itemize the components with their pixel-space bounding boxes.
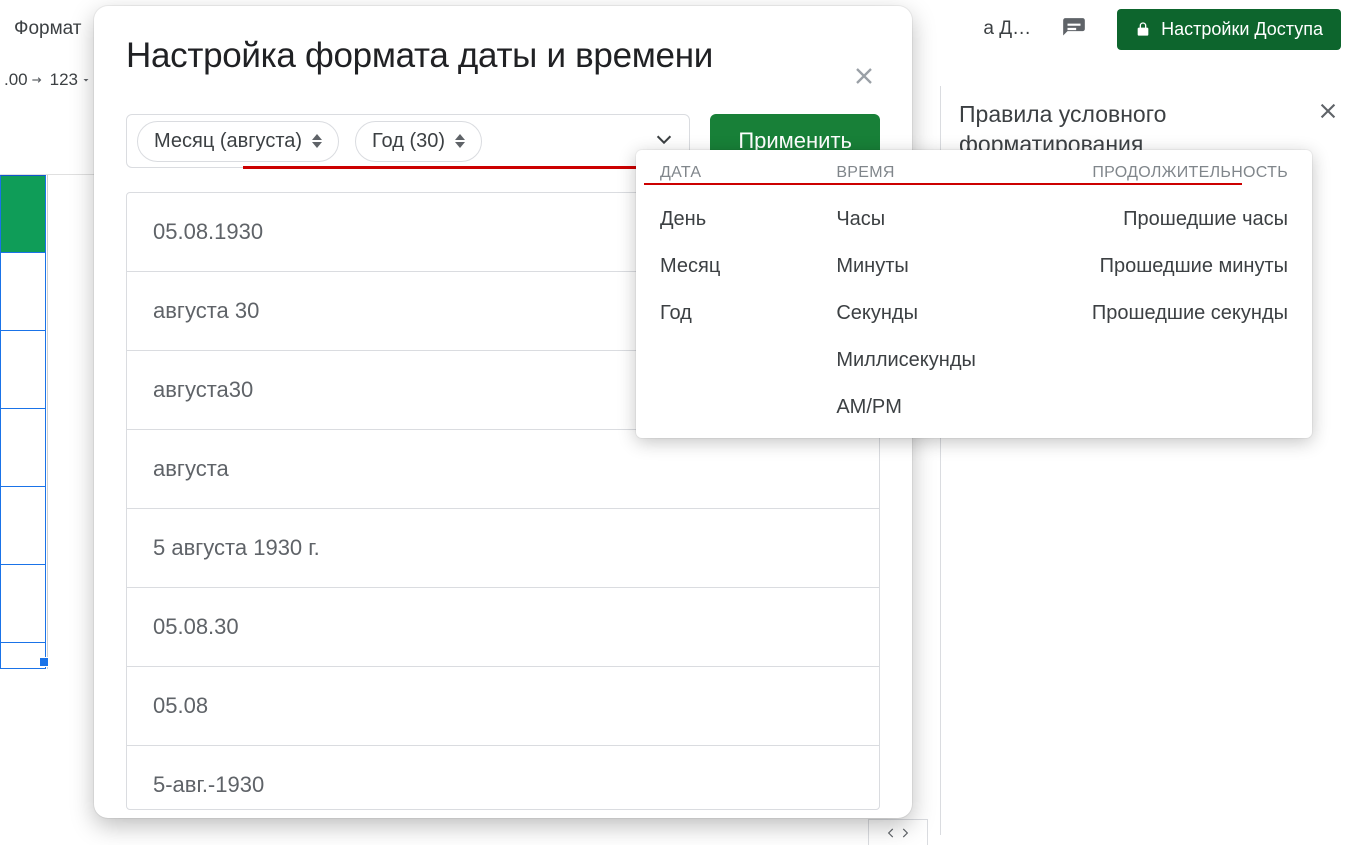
popover-column-header: ВРЕМЯ bbox=[836, 164, 976, 182]
popover-option[interactable]: Месяц bbox=[660, 243, 720, 290]
selected-range-cell[interactable] bbox=[0, 253, 46, 331]
chevron-left-icon bbox=[884, 826, 898, 840]
close-icon bbox=[1317, 100, 1339, 122]
caret-down-icon bbox=[80, 74, 92, 86]
popover-option[interactable]: Часы bbox=[836, 196, 976, 243]
popover-column-header: ДАТА bbox=[660, 164, 720, 182]
popover-option[interactable]: Прошедшие секунды bbox=[1092, 290, 1288, 337]
row-headers bbox=[0, 175, 48, 669]
arrow-right-icon bbox=[30, 73, 44, 87]
doc-title-truncated-tail: а Д… bbox=[983, 18, 1031, 40]
token-chip-month[interactable]: Месяц (августа) bbox=[137, 121, 339, 162]
dialog-title: Настройка формата даты и времени bbox=[126, 36, 880, 76]
popover-option[interactable]: Миллисекунды bbox=[836, 337, 976, 384]
popover-option[interactable]: Минуты bbox=[836, 243, 976, 290]
format-preset-item[interactable]: 5 августа 1930 г. bbox=[127, 509, 879, 588]
popover-column-duration: ПРОДОЛЖИТЕЛЬНОСТЬ Прошедшие часы Прошедш… bbox=[1092, 164, 1288, 431]
format-preset-item[interactable]: 05.08 bbox=[127, 667, 879, 746]
popover-column-date: ДАТА День Месяц Год bbox=[660, 164, 720, 431]
popover-option[interactable]: Год bbox=[660, 290, 720, 337]
stepper-icon bbox=[455, 134, 465, 148]
popover-column-time: ВРЕМЯ Часы Минуты Секунды Миллисекунды A… bbox=[836, 164, 976, 431]
menu-format[interactable]: Формат bbox=[14, 18, 82, 40]
stepper-icon bbox=[312, 134, 322, 148]
dialog-close-button[interactable] bbox=[846, 58, 882, 94]
popover-option[interactable]: День bbox=[660, 196, 720, 243]
popover-option[interactable]: Прошедшие минуты bbox=[1092, 243, 1288, 290]
share-button-label: Настройки Доступа bbox=[1161, 19, 1323, 40]
horizontal-scroll-arrows[interactable] bbox=[868, 819, 928, 845]
token-type-popover: ДАТА День Месяц Год ВРЕМЯ Часы Минуты Се… bbox=[636, 150, 1312, 438]
chevron-right-icon bbox=[898, 826, 912, 840]
comments-icon[interactable] bbox=[1057, 15, 1091, 43]
format-preset-item[interactable]: 5-авг.-1930 bbox=[127, 746, 879, 810]
token-chip-label: Месяц (августа) bbox=[154, 130, 302, 153]
token-chip-year[interactable]: Год (30) bbox=[355, 121, 482, 162]
tool-decimal-00[interactable]: .00 bbox=[4, 70, 44, 90]
selected-range-cell[interactable] bbox=[0, 409, 46, 487]
selected-range-cell[interactable] bbox=[0, 565, 46, 643]
format-token-editor: Месяц (августа) Год (30) bbox=[126, 114, 690, 168]
chevron-down-icon bbox=[653, 128, 675, 150]
tool-more-formats[interactable]: 123 bbox=[50, 70, 92, 90]
selected-range-cell[interactable] bbox=[0, 487, 46, 565]
annotation-underline bbox=[644, 183, 1242, 185]
selected-cell[interactable] bbox=[0, 175, 46, 253]
popover-option[interactable]: Секунды bbox=[836, 290, 976, 337]
lock-icon bbox=[1135, 20, 1151, 38]
selected-range-cell[interactable] bbox=[0, 331, 46, 409]
format-preset-item[interactable]: 05.08.30 bbox=[127, 588, 879, 667]
toolbar-secondary: .00 123 bbox=[0, 58, 92, 102]
selection-handle[interactable] bbox=[39, 657, 49, 667]
token-chip-label: Год (30) bbox=[372, 130, 445, 153]
share-button[interactable]: Настройки Доступа bbox=[1117, 9, 1341, 50]
close-icon bbox=[852, 64, 876, 88]
panel-close-button[interactable] bbox=[1317, 100, 1345, 128]
popover-option[interactable]: Прошедшие часы bbox=[1092, 196, 1288, 243]
format-preset-item[interactable]: августа bbox=[127, 430, 879, 509]
popover-option[interactable]: AM/PM bbox=[836, 384, 976, 431]
popover-column-header: ПРОДОЛЖИТЕЛЬНОСТЬ bbox=[1092, 164, 1288, 182]
annotation-underline bbox=[243, 166, 681, 169]
